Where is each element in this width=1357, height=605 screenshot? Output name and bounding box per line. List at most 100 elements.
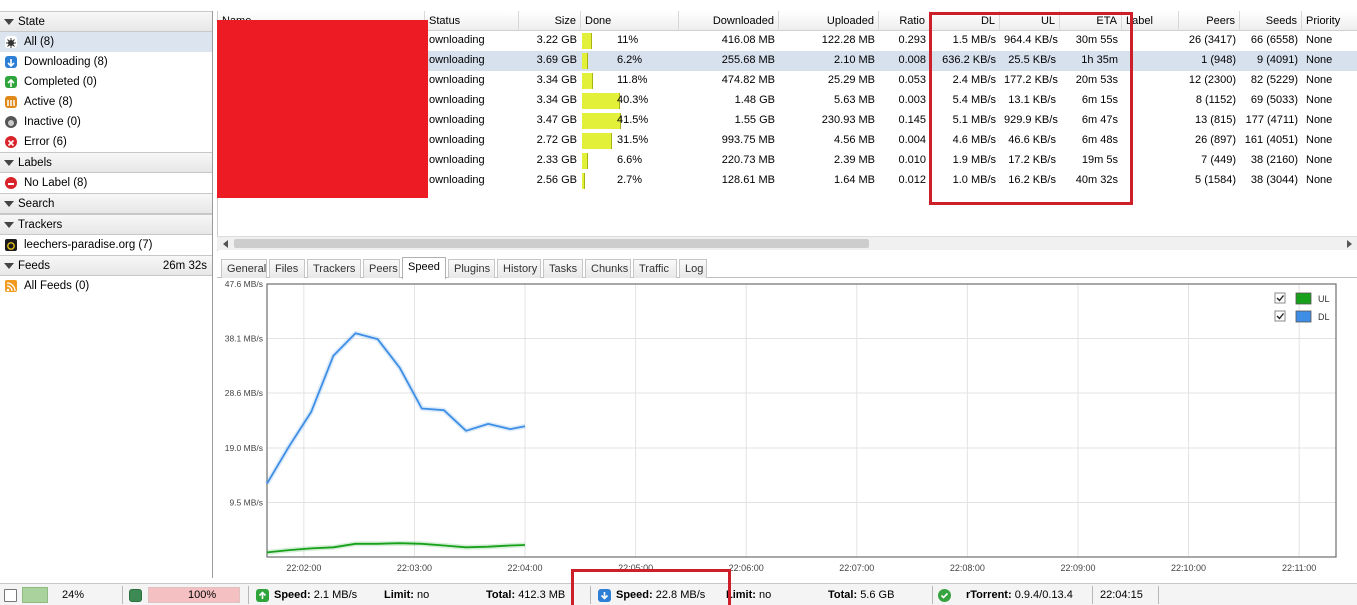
tab-speed[interactable]: Speed	[402, 257, 446, 279]
cell-uploaded: 25.29 MB	[827, 74, 875, 86]
statusbar-divider	[1158, 586, 1159, 604]
cell-uploaded: 122.28 MB	[821, 34, 875, 46]
download-limit[interactable]: Limit: no	[726, 584, 771, 605]
cell-seeds: 82 (5229)	[1250, 74, 1298, 86]
column-header-downloaded[interactable]: Downloaded	[679, 11, 779, 31]
progress-bar	[582, 33, 592, 49]
tab-chunks[interactable]: Chunks	[585, 259, 631, 278]
progress-text: 2.7%	[617, 174, 643, 186]
x-tick-label: 22:09:00	[1060, 563, 1095, 573]
column-header-done[interactable]: Done	[581, 11, 679, 31]
tab-log[interactable]: Log	[679, 259, 707, 278]
search-header-label: Search	[18, 198, 55, 210]
highlight-download-speed-box	[571, 569, 731, 605]
tab-trackers[interactable]: Trackers	[307, 259, 361, 278]
cell-status: ownloading	[429, 74, 485, 86]
cell-ratio: 0.008	[898, 54, 926, 66]
cell-seeds: 9 (4091)	[1257, 54, 1298, 66]
progress-bar	[582, 133, 612, 149]
y-tick-label: 19.0 MB/s	[225, 443, 263, 453]
tab-history[interactable]: History	[497, 259, 541, 278]
column-header-peers[interactable]: Peers	[1179, 11, 1240, 31]
cell-size: 2.56 GB	[536, 174, 577, 186]
cell-priority: None	[1306, 74, 1333, 86]
cell-downloaded: 993.75 MB	[721, 134, 775, 146]
scroll-left-icon[interactable]	[223, 240, 228, 248]
cell-status: ownloading	[429, 34, 485, 46]
column-header-label: Peers	[1206, 15, 1235, 27]
cell-downloaded: 1.48 GB	[734, 94, 775, 106]
column-header-ratio[interactable]: Ratio	[879, 11, 930, 31]
sidebar-item-all-feeds[interactable]: All Feeds (0)	[0, 276, 212, 296]
sidebar-item-completed[interactable]: Completed (0)	[0, 72, 212, 92]
tab-tasks[interactable]: Tasks	[543, 259, 583, 278]
cell-peers: 8 (1152)	[1195, 94, 1236, 106]
cell-size: 3.34 GB	[536, 94, 577, 106]
sidebar-item-all[interactable]: All (8)	[0, 32, 212, 52]
cell-uploaded: 4.56 MB	[834, 134, 875, 146]
search-section-header[interactable]: Search	[0, 193, 212, 214]
sidebar-item-active[interactable]: Active (8)	[0, 92, 212, 112]
cell-priority: None	[1306, 54, 1333, 66]
collapse-triangle-icon	[4, 201, 14, 207]
tab-peers[interactable]: Peers	[363, 259, 400, 278]
column-header-uploaded[interactable]: Uploaded	[779, 11, 879, 31]
sidebar-item-label: Active (8)	[24, 96, 73, 108]
legend-checkbox-dl[interactable]	[1274, 310, 1286, 322]
column-header-size[interactable]: Size	[519, 11, 581, 31]
horizontal-scrollbar[interactable]	[217, 236, 1357, 250]
sidebar-item-downloading[interactable]: Downloading (8)	[0, 52, 212, 72]
cell-uploaded: 1.64 MB	[834, 174, 875, 186]
scrollbar-thumb[interactable]	[234, 239, 869, 248]
state-section-header[interactable]: State	[0, 11, 212, 32]
progress-bar	[582, 53, 588, 69]
sidebar-item-label: All (8)	[24, 36, 55, 48]
cell-downloaded: 255.68 MB	[721, 54, 775, 66]
legend-checkbox-ul[interactable]	[1274, 292, 1286, 304]
x-tick-label: 22:08:00	[950, 563, 985, 573]
tab-files[interactable]: Files	[269, 259, 305, 278]
y-tick-label: 38.1 MB/s	[225, 333, 263, 343]
cell-seeds: 66 (6558)	[1250, 34, 1298, 46]
column-header-label: Ratio	[899, 15, 925, 27]
memory-icon	[129, 589, 142, 602]
column-header-status[interactable]: Status	[425, 11, 519, 31]
completed-icon	[5, 76, 17, 88]
trackers-section-header[interactable]: Trackers	[0, 214, 212, 235]
feeds-section-header[interactable]: Feeds 26m 32s	[0, 255, 212, 276]
sidebar-item-label: No Label (8)	[24, 177, 88, 189]
sidebar-item-tracker[interactable]: leechers-paradise.org (7)	[0, 235, 212, 255]
sidebar-item-no-label[interactable]: No Label (8)	[0, 173, 212, 193]
progress-bar	[582, 113, 621, 129]
memory-usage-percent: 100%	[188, 589, 217, 601]
cell-priority: None	[1306, 114, 1333, 126]
column-header-seeds[interactable]: Seeds	[1240, 11, 1302, 31]
speed-chart: 47.6 MB/s 38.1 MB/s 28.6 MB/s 19.0 MB/s 9.5 …	[217, 279, 1357, 579]
upload-speed-value: 2.1 MB/s	[313, 589, 358, 601]
tab-traffic[interactable]: Traffic	[633, 259, 677, 278]
cell-ratio: 0.012	[898, 174, 926, 186]
column-header-label: Status	[429, 15, 461, 27]
upload-icon	[256, 589, 269, 602]
no-label-icon	[5, 177, 17, 189]
statusbar-divider	[1092, 586, 1093, 604]
tab-general[interactable]: General	[221, 259, 267, 278]
sidebar-item-inactive[interactable]: Inactive (0)	[0, 112, 212, 132]
upload-limit[interactable]: Limit: no	[384, 584, 429, 605]
cell-done: 2.7%	[581, 171, 679, 191]
cell-size: 2.33 GB	[536, 154, 577, 166]
scroll-right-icon[interactable]	[1347, 240, 1352, 248]
cell-seeds: 69 (5033)	[1250, 94, 1298, 106]
status-clock: 22:04:15	[1100, 589, 1143, 601]
tab-plugins[interactable]: Plugins	[448, 259, 495, 278]
progress-text: 11.8%	[617, 74, 648, 86]
cell-uploaded: 2.10 MB	[834, 54, 875, 66]
feeds-header-label: Feeds	[18, 260, 50, 272]
cell-peers: 12 (2300)	[1188, 74, 1236, 86]
cell-priority: None	[1306, 154, 1333, 166]
column-header-priority[interactable]: Priority	[1302, 11, 1357, 31]
client-version: rTorrent: 0.9.4/0.13.4	[966, 584, 1073, 605]
sidebar-item-error[interactable]: Error (6)	[0, 132, 212, 152]
cell-downloaded: 1.55 GB	[734, 114, 775, 126]
labels-section-header[interactable]: Labels	[0, 152, 212, 173]
